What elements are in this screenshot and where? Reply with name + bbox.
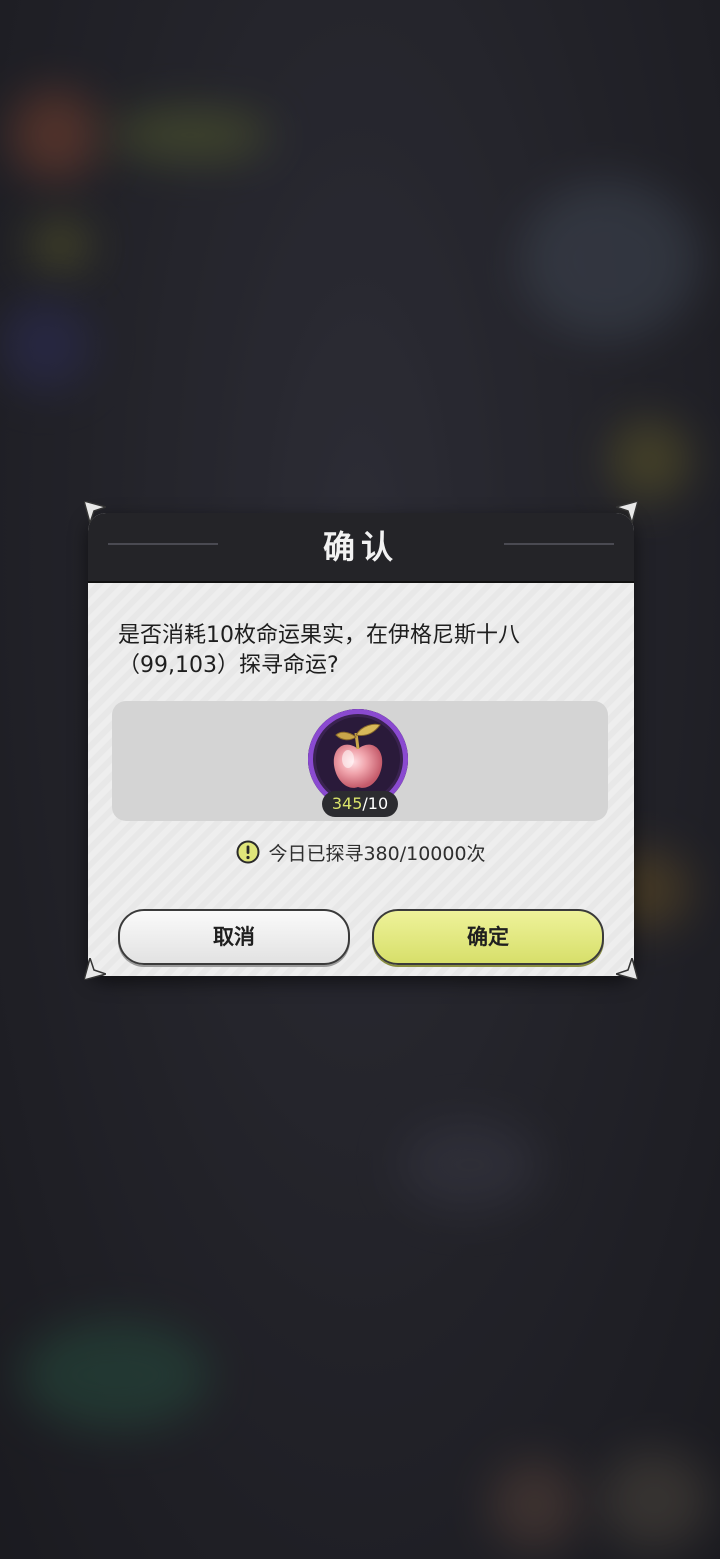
dialog-body: 是否消耗10枚命运果实，在伊格尼斯十八 （99,103）探寻命运? 345/10… [88,583,634,976]
corner-ornament [616,958,638,980]
message-line: （99,103）探寻命运? [118,653,339,678]
confirm-dialog: 确认 是否消耗10枚命运果实，在伊格尼斯十八 （99,103）探寻命运? 345… [84,501,638,980]
corner-ornament [616,501,638,523]
confirm-button[interactable]: 确定 [372,909,604,965]
item-count: 345/10 [322,791,398,817]
daily-notice: 今日已探寻380/10000次 [88,837,634,867]
corner-ornament [84,501,106,523]
item-owned-count: 345 [331,794,363,813]
item-panel: 345/10 [112,701,608,821]
dialog-frame: 确认 是否消耗10枚命运果实，在伊格尼斯十八 （99,103）探寻命运? 345… [88,513,634,976]
corner-ornament [84,958,106,980]
message-line: 是否消耗10枚命运果实，在伊格尼斯十八 [118,623,520,648]
cancel-button[interactable]: 取消 [118,909,350,965]
dialog-header: 确认 [88,513,634,583]
confirm-message: 是否消耗10枚命运果实，在伊格尼斯十八 （99,103）探寻命运? [118,621,608,681]
item-required-count: /10 [362,794,389,813]
warning-icon [236,840,260,864]
dialog-title: 确认 [322,528,399,566]
daily-search-count: 今日已探寻380/10000次 [268,842,486,865]
